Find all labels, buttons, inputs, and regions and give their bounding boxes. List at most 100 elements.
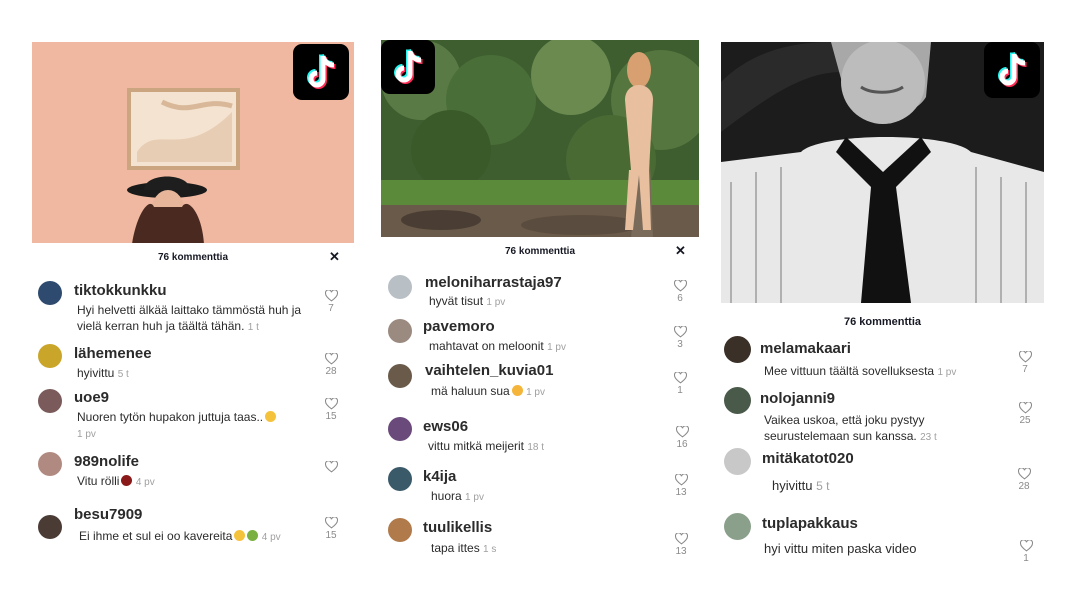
comment-text: tapa ittes 1 s: [431, 540, 671, 558]
crying-emoji-icon: [234, 530, 246, 541]
comment-username[interactable]: uoe9: [74, 389, 109, 406]
like-button[interactable]: 28: [1014, 468, 1034, 492]
like-count: 16: [676, 439, 688, 450]
comments-sheet: 76 kommenttia ✕ meloniharrastaja97 hyvät…: [381, 237, 699, 565]
like-button[interactable]: 13: [671, 533, 691, 557]
avatar[interactable]: [388, 467, 412, 491]
like-count: 3: [677, 339, 683, 350]
comment-body: mahtavat on meloonit: [429, 339, 544, 353]
like-count: 7: [328, 303, 334, 314]
like-button[interactable]: 25: [1015, 402, 1035, 426]
tiktok-logo-icon: [293, 44, 349, 100]
comment-username[interactable]: melamakaari: [760, 340, 851, 357]
comment-time: 1 pv: [77, 429, 96, 440]
close-button[interactable]: ✕: [329, 249, 340, 265]
like-button[interactable]: 15: [321, 517, 341, 541]
comment-time: 1 t: [247, 322, 259, 333]
like-button[interactable]: 13: [671, 474, 691, 498]
comment-username[interactable]: mitäkatot020: [762, 450, 854, 467]
comment-time: 1 pv: [526, 387, 545, 398]
like-count: 28: [325, 366, 337, 377]
heart-icon: [673, 372, 687, 384]
heart-icon: [324, 290, 338, 302]
comment-time: 23 t: [920, 432, 937, 443]
like-count: 1: [677, 385, 683, 396]
avatar[interactable]: [724, 513, 751, 540]
comment-username[interactable]: besu7909: [74, 506, 142, 523]
grinning-emoji-icon: [265, 411, 277, 422]
heart-icon: [1018, 351, 1032, 363]
avatar[interactable]: [388, 319, 412, 343]
comment-time: 5 t: [117, 369, 129, 380]
comment-time: 5 t: [816, 479, 830, 493]
comment-username[interactable]: 989nolife: [74, 453, 139, 470]
heart-icon: [1018, 402, 1032, 414]
avatar[interactable]: [724, 387, 751, 414]
comment-username[interactable]: tuplapakkaus: [762, 515, 858, 532]
heart-icon: [324, 353, 338, 365]
like-button[interactable]: 1: [670, 372, 690, 396]
avatar[interactable]: [388, 417, 412, 441]
like-button[interactable]: [321, 461, 341, 474]
sign-of-horns-emoji-icon: [511, 385, 523, 396]
comment-time: 4 pv: [135, 477, 155, 488]
avatar[interactable]: [724, 336, 751, 363]
like-button[interactable]: 15: [321, 398, 341, 422]
tiktok-logo-icon: [984, 42, 1040, 98]
avatar[interactable]: [724, 448, 751, 475]
comment-username[interactable]: pavemoro: [423, 318, 495, 335]
avatar[interactable]: [388, 518, 412, 542]
avatar[interactable]: [38, 389, 62, 413]
like-count: 7: [1022, 364, 1028, 375]
comment-body: Vaikea uskoa, että joku pystyy seurustel…: [764, 413, 925, 443]
comments-sheet: 76 kommenttia melamakaari Mee vittuun tä…: [721, 303, 1044, 565]
comment-count: 76 kommenttia: [504, 246, 576, 257]
close-button[interactable]: ✕: [675, 243, 686, 259]
like-button[interactable]: 7: [321, 290, 341, 314]
comment-count: 76 kommenttia: [157, 252, 229, 263]
comment-time: 1 pv: [486, 297, 506, 308]
comment-body: hyi vittu miten paska video: [764, 541, 917, 556]
like-button[interactable]: 16: [672, 426, 692, 450]
avatar[interactable]: [388, 364, 412, 388]
like-count: 25: [1019, 415, 1031, 426]
like-count: 6: [677, 293, 683, 304]
like-button[interactable]: 1: [1016, 540, 1036, 564]
like-button[interactable]: 3: [670, 326, 690, 350]
like-button[interactable]: 28: [321, 353, 341, 377]
video-thumbnail[interactable]: [721, 42, 1044, 303]
comment-body: Mee vittuun täältä sovelluksesta: [764, 364, 935, 378]
comment-count: 76 kommenttia: [843, 316, 922, 328]
comment-username[interactable]: ews06: [423, 418, 468, 435]
video-thumbnail[interactable]: [381, 40, 699, 238]
heart-icon: [324, 517, 338, 529]
comment-username[interactable]: vaihtelen_kuvia01: [425, 362, 553, 379]
like-count: 28: [1018, 481, 1030, 492]
like-count: 1: [1023, 553, 1029, 564]
comment-username[interactable]: lähemenee: [74, 345, 152, 362]
comment-username[interactable]: k4ija: [423, 468, 456, 485]
comment-body: Ei ihme et sul ei oo kavereita: [79, 529, 233, 543]
heart-icon: [324, 461, 338, 473]
heart-icon: [673, 280, 687, 292]
comment-username[interactable]: nolojanni9: [760, 390, 835, 407]
comment-username[interactable]: meloniharrastaja97: [425, 274, 562, 291]
comment-body: huora: [431, 489, 462, 503]
avatar[interactable]: [38, 344, 62, 368]
comment-time: 1 pv: [465, 492, 484, 503]
video-thumbnail[interactable]: [32, 42, 354, 244]
like-count: 15: [325, 530, 337, 541]
comment-time: 1 s: [483, 544, 497, 555]
like-button[interactable]: 7: [1015, 351, 1035, 375]
avatar[interactable]: [388, 275, 412, 299]
heart-icon: [674, 474, 688, 486]
avatar[interactable]: [38, 515, 62, 539]
avatar[interactable]: [38, 452, 62, 476]
heart-icon: [674, 533, 688, 545]
comment-username[interactable]: tuulikellis: [423, 519, 492, 536]
comment-time: 1 pv: [547, 342, 566, 353]
heart-icon: [673, 326, 687, 338]
avatar[interactable]: [38, 281, 62, 305]
comment-username[interactable]: tiktokkunkku: [74, 282, 167, 299]
like-button[interactable]: 6: [670, 280, 690, 304]
